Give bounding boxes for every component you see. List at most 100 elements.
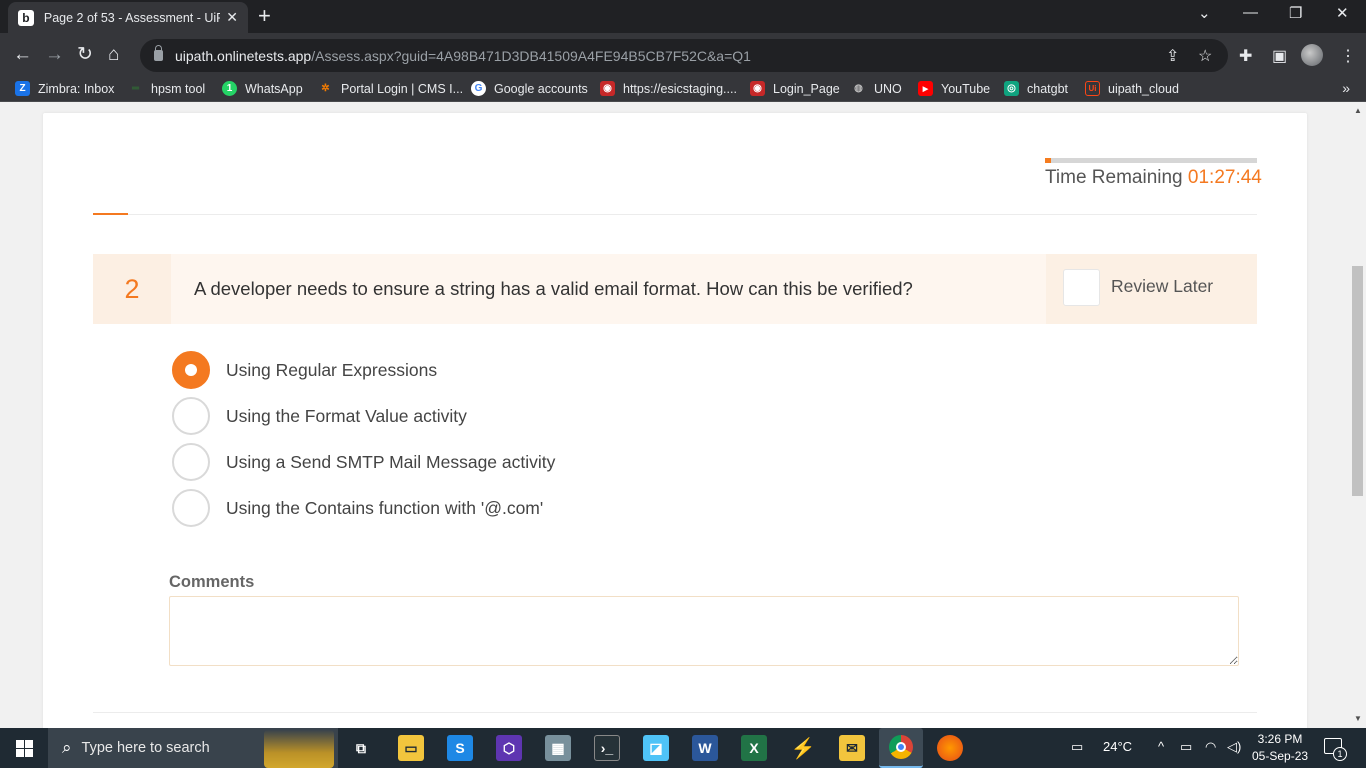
menu-kebab-icon[interactable]: ⋮ [1340,46,1356,66]
answer-option-3[interactable]: Using a Send SMTP Mail Message activity [172,443,555,481]
lock-icon[interactable] [154,45,163,61]
share-icon[interactable]: ⇪ [1166,46,1179,66]
answer-label[interactable]: Using the Format Value activity [226,406,467,427]
time-remaining: Time Remaining 01:27:44 [1045,167,1262,189]
assessment-card: Time Remaining 01:27:44 2 A developer ne… [43,113,1307,728]
weather-icon[interactable]: ▭ [1071,739,1083,755]
bookmark-label: Google accounts [494,81,588,96]
bookmark-portal-login[interactable]: ✲ Portal Login | CMS I... [318,81,463,96]
page-scrollbar[interactable]: ▲ ▼ [1350,102,1366,728]
address-bar[interactable]: uipath.onlinetests.app /Assess.aspx?guid… [140,39,1228,72]
bookmark-label: Zimbra: Inbox [38,81,115,96]
word-icon[interactable]: W [692,735,718,761]
google-icon: G [471,81,486,96]
tab-close-icon[interactable]: ✕ [226,9,238,26]
comments-textarea[interactable] [169,596,1239,666]
minimize-button[interactable]: — [1243,4,1258,21]
bookmark-label: YouTube [941,81,991,96]
header-divider [93,214,1257,215]
app-s-icon[interactable]: S [447,735,473,761]
answer-option-4[interactable]: Using the Contains function with '@.com' [172,489,543,527]
tray-overflow-icon[interactable]: ^ [1158,739,1164,754]
tab-search-icon[interactable]: ⌄ [1198,4,1211,22]
globe-icon: ◍ [854,83,863,94]
chrome-icon[interactable] [879,728,923,768]
restore-button[interactable]: ❐ [1289,4,1302,22]
question-text: A developer needs to ensure a string has… [194,278,913,299]
power-automate-icon[interactable]: ⚡ [790,735,816,761]
bookmark-uipath-cloud[interactable]: Ui uipath_cloud [1085,81,1179,96]
answer-radio[interactable] [172,351,210,389]
scroll-thumb[interactable] [1352,266,1363,496]
esic-icon: ◉ [600,81,615,96]
close-window-button[interactable]: ✕ [1336,4,1349,22]
answer-radio[interactable] [172,489,210,527]
battery-icon[interactable]: ▭ [1180,739,1192,755]
file-explorer-icon[interactable]: ▭ [398,735,424,761]
question-number: 2 [93,254,171,324]
home-button[interactable]: ⌂ [108,44,119,66]
app-blue-icon[interactable]: ◪ [643,735,669,761]
review-later: Review Later [1046,254,1257,324]
answer-label[interactable]: Using Regular Expressions [226,360,437,381]
bookmark-hpsm[interactable]: ═ hpsm tool [128,81,205,96]
bookmark-label: WhatsApp [245,81,303,96]
review-later-label[interactable]: Review Later [1111,276,1213,297]
bookmark-chatgbt[interactable]: ◎ chatgbt [1004,81,1068,96]
scroll-up-arrow-icon[interactable]: ▲ [1354,106,1362,115]
hpsm-icon: ═ [131,83,140,94]
zimbra-icon: Z [15,81,30,96]
app-hex-icon[interactable]: ⬡ [496,735,522,761]
youtube-icon: ▶ [918,81,933,96]
notification-badge: 1 [1333,747,1347,761]
taskbar-search-box[interactable]: ⌕ Type here to search [48,728,338,768]
chatgpt-icon: ◎ [1004,81,1019,96]
weather-temperature[interactable]: 24°C [1103,739,1132,754]
answer-label[interactable]: Using a Send SMTP Mail Message activity [226,452,555,473]
firefox-icon[interactable] [937,735,963,761]
answer-option-2[interactable]: Using the Format Value activity [172,397,467,435]
bookmarks-overflow-icon[interactable]: » [1342,80,1350,96]
wifi-icon[interactable]: ◠ [1205,739,1216,755]
clock-date: 05-Sep-23 [1252,749,1309,763]
taskbar-search-placeholder: Type here to search [81,740,210,756]
new-tab-button[interactable]: + [258,5,271,27]
scroll-down-arrow-icon[interactable]: ▼ [1354,714,1362,723]
answer-option-1[interactable]: Using Regular Expressions [172,351,437,389]
bookmark-uno[interactable]: ◍ UNO [851,81,902,96]
timer-progress-bar [1045,158,1257,163]
bookmark-google-accounts[interactable]: G Google accounts [471,81,588,96]
volume-icon[interactable]: ◁) [1227,739,1241,755]
bookmark-zimbra[interactable]: Z Zimbra: Inbox [15,81,114,96]
answer-label[interactable]: Using the Contains function with '@.com' [226,498,543,519]
time-remaining-value: 01:27:44 [1187,167,1262,188]
back-button[interactable]: ← [13,44,32,66]
folder-icon[interactable]: ✉ [839,735,865,761]
comments-label: Comments [169,573,255,591]
reload-button[interactable]: ↻ [77,44,93,66]
side-panel-icon[interactable]: ▣ [1272,46,1287,66]
answer-radio[interactable] [172,397,210,435]
windows-taskbar: ⌕ Type here to search ⧉ ▭ S ⬡ ▦ ›_ ◪ W X… [0,728,1366,768]
answer-radio[interactable] [172,443,210,481]
app-viewer-icon[interactable]: ▦ [545,735,571,761]
bookmark-label: chatgbt [1027,81,1069,96]
browser-tab-active[interactable]: b Page 2 of 53 - Assessment - UiPa ✕ [8,2,248,33]
bookmark-esicstaging[interactable]: ◉ https://esicstaging.... [600,81,737,96]
bookmark-login-page[interactable]: ◉ Login_Page [750,81,840,96]
profile-avatar[interactable] [1301,44,1323,66]
bookmark-whatsapp[interactable]: 1 WhatsApp [222,81,303,96]
excel-icon[interactable]: X [741,735,767,761]
review-later-checkbox[interactable] [1063,269,1100,306]
windows-start-icon[interactable] [16,740,33,757]
bookmark-youtube[interactable]: ▶ YouTube [918,81,990,96]
bookmark-star-icon[interactable]: ☆ [1198,46,1212,66]
terminal-icon[interactable]: ›_ [594,735,620,761]
browser-toolbar: ← → ↻ ⌂ uipath.onlinetests.app /Assess.a… [0,33,1366,78]
taskbar-clock[interactable]: 3:26 PM 05-Sep-23 [1252,731,1308,765]
extensions-icon[interactable]: ✚ [1239,46,1252,66]
progress-indicator [93,213,128,215]
bookmarks-bar: Z Zimbra: Inbox ═ hpsm tool 1 WhatsApp ✲… [0,78,1366,102]
forward-button[interactable]: → [45,44,64,66]
task-view-icon[interactable]: ⧉ [348,735,374,761]
